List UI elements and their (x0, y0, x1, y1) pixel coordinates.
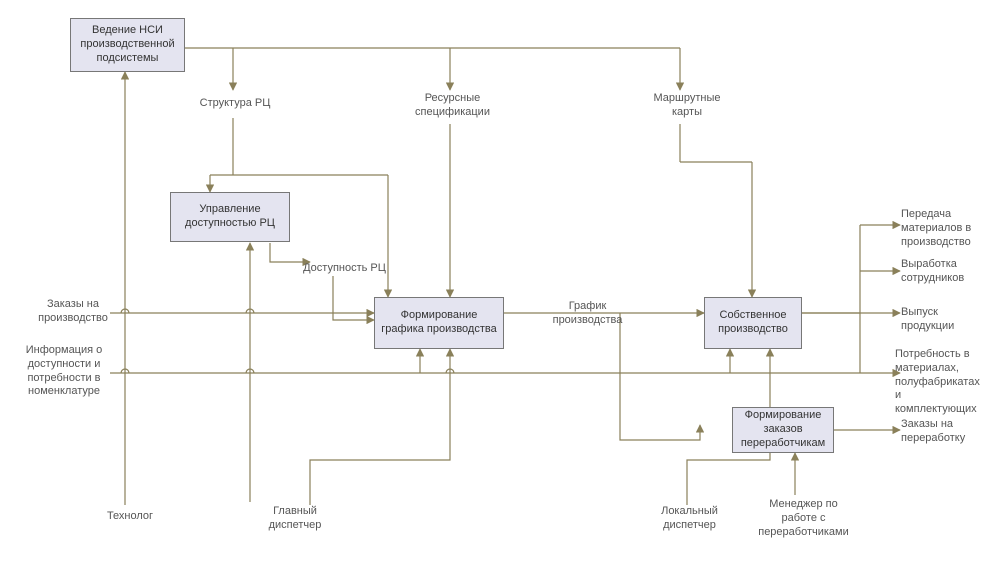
label-info-dostup: Информация о доступности и потребности в… (14, 344, 114, 399)
label-potrebnost: Потребность в материалах, полуфабрикатах… (895, 348, 982, 417)
label-vyrabotka: Выработка сотрудников (901, 258, 981, 286)
label-vypusk: Выпуск продукции (901, 306, 981, 334)
node-form-zak: Формирование заказов переработчикам (732, 407, 834, 453)
node-form-zak-label: Формирование заказов переработчикам (739, 409, 827, 450)
node-form-graf-label: Формирование графика производства (381, 309, 497, 337)
node-upr-rc: Управление доступностью РЦ (170, 192, 290, 242)
label-zakazy-proizv: Заказы на производство (32, 298, 114, 326)
label-dostup-rc: Доступность РЦ (292, 262, 397, 276)
label-struct-rc: Структура РЦ (195, 97, 275, 111)
diagram-canvas: Ведение НСИ производственной подсистемы … (0, 0, 982, 567)
node-nsi: Ведение НСИ производственной подсистемы (70, 18, 185, 72)
node-form-graf: Формирование графика производства (374, 297, 504, 349)
label-grafik: График производства (540, 300, 635, 328)
label-marsh-karty: Маршрутные карты (647, 92, 727, 120)
label-peredacha: Передача материалов в производство (901, 208, 981, 249)
node-upr-rc-label: Управление доступностью РЦ (177, 203, 283, 231)
label-zakazy-pererab: Заказы на переработку (901, 418, 981, 446)
label-lok-disp: Локальный диспетчер (652, 505, 727, 533)
label-menedzher: Менеджер по работе с переработчиками (756, 498, 851, 539)
label-tekhnolog: Технолог (100, 510, 160, 524)
connectors-layer (0, 0, 982, 567)
node-sobstv: Собственное производство (704, 297, 802, 349)
node-nsi-label: Ведение НСИ производственной подсистемы (77, 24, 178, 65)
node-sobstv-label: Собственное производство (711, 309, 795, 337)
label-glav-disp: Главный диспетчер (260, 505, 330, 533)
label-res-spec: Ресурсные спецификации (405, 92, 500, 120)
